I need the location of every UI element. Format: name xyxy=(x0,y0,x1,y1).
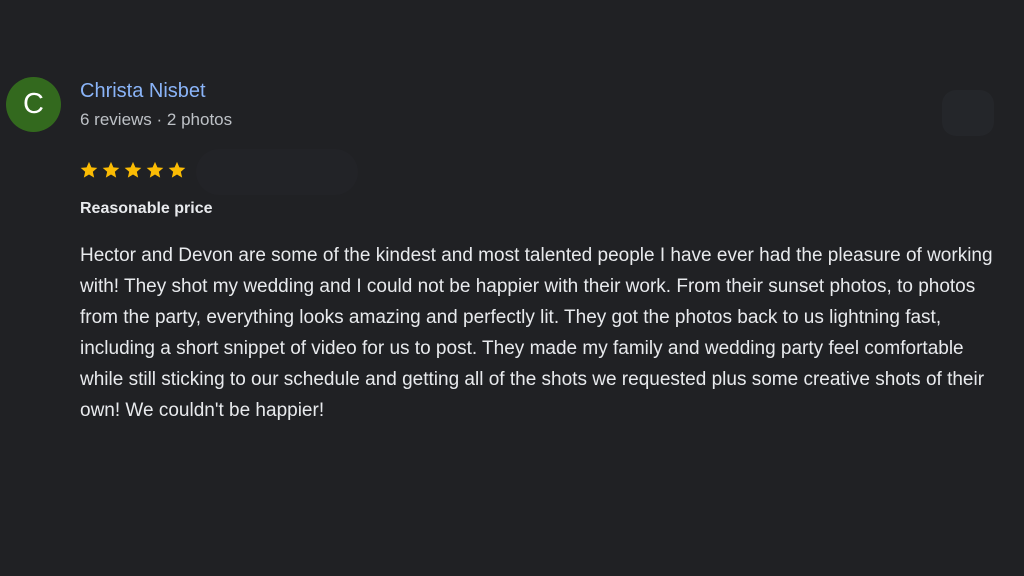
star-icon xyxy=(144,157,165,183)
star-icon xyxy=(166,157,187,183)
avatar[interactable]: C xyxy=(6,77,61,132)
star-rating xyxy=(78,157,187,183)
more-options-icon[interactable] xyxy=(942,90,994,136)
review-date-placeholder xyxy=(196,149,358,195)
star-icon xyxy=(100,157,121,183)
author-meta: 6 reviews · 2 photos xyxy=(80,110,233,129)
review-text: Hector and Devon are some of the kindest… xyxy=(80,245,993,421)
star-icon xyxy=(122,157,143,183)
star-icon xyxy=(78,157,99,183)
avatar-initial: C xyxy=(23,88,44,120)
review-card: C Christa Nisbet 6 reviews · 2 photos Re… xyxy=(0,0,1024,576)
review-tag: Reasonable price xyxy=(80,200,213,217)
author-name[interactable]: Christa Nisbet xyxy=(80,80,206,103)
